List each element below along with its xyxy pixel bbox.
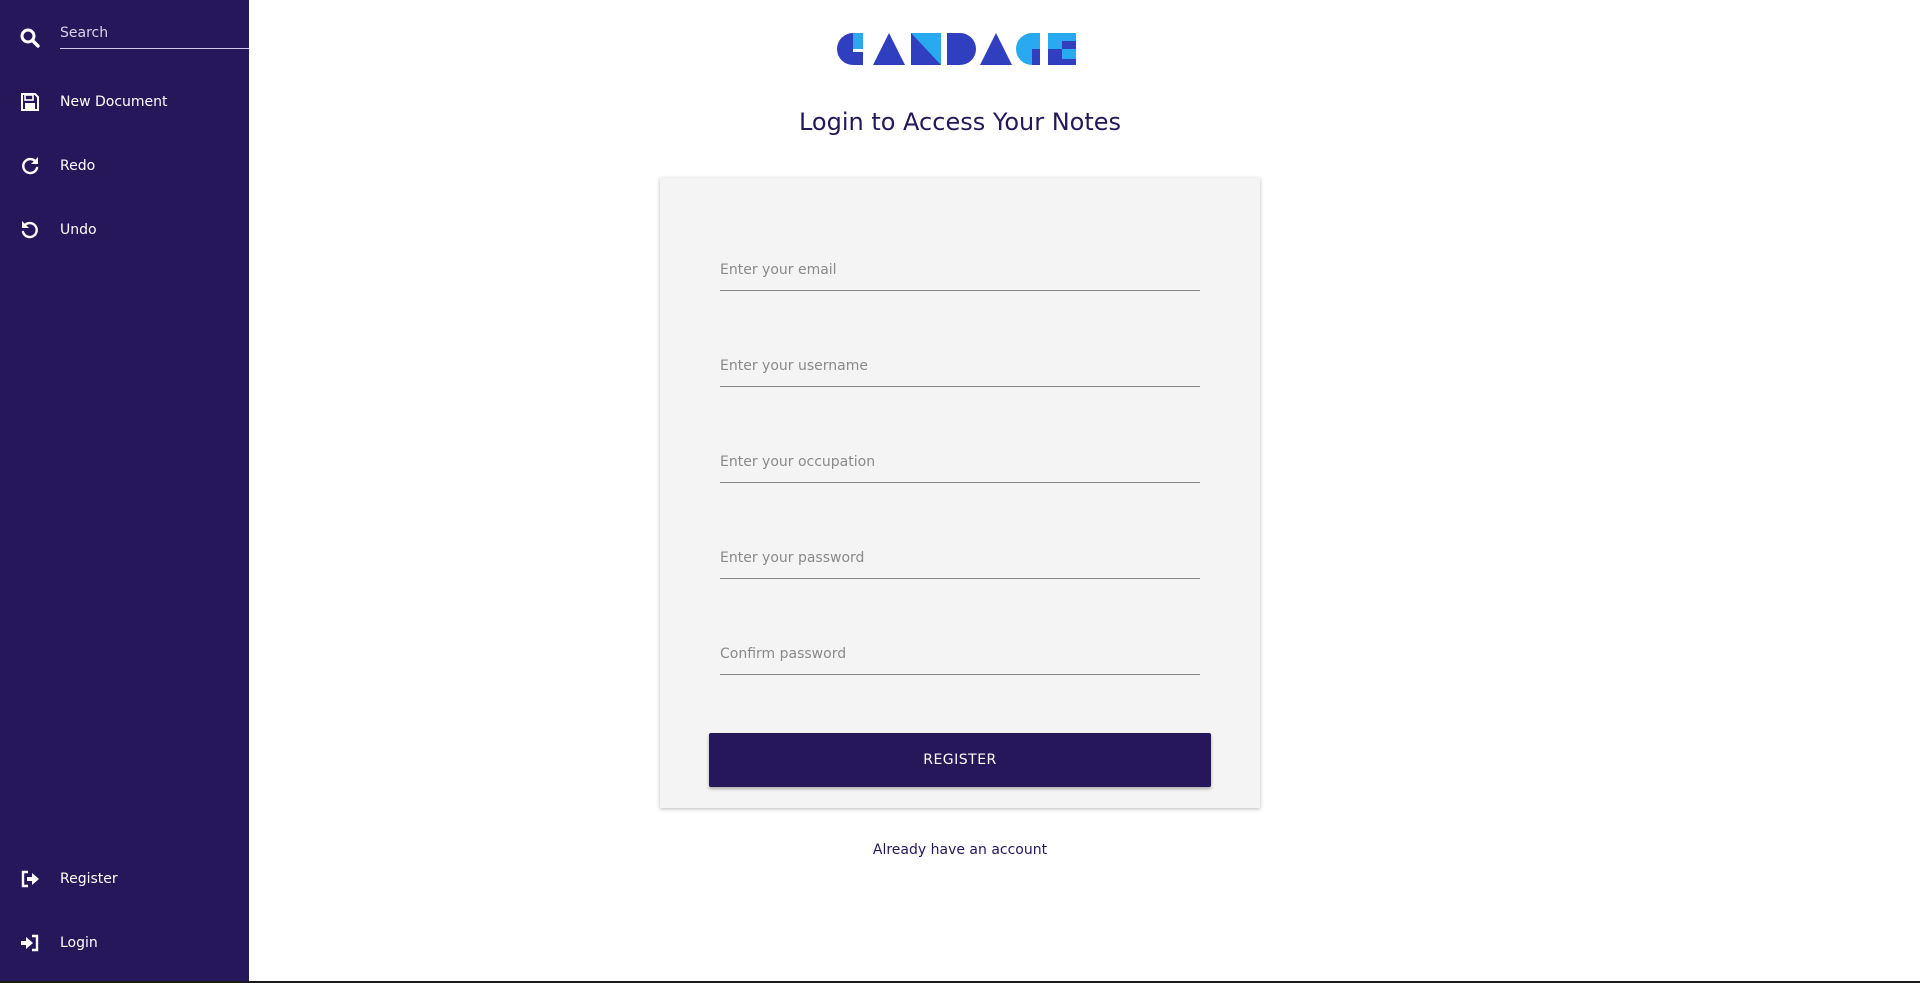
undo-icon — [19, 219, 41, 241]
sidebar-item-label: New Document — [60, 94, 168, 110]
search-icon[interactable] — [19, 27, 41, 49]
already-have-account-link[interactable]: Already have an account — [660, 842, 1260, 858]
password-field[interactable] — [720, 538, 1200, 579]
redo-icon — [19, 155, 41, 177]
sidebar-item-label: Undo — [60, 222, 97, 238]
sidebar-item-new-document[interactable]: New Document — [0, 82, 249, 122]
register-button[interactable]: REGISTER — [709, 733, 1211, 787]
candace-logo — [836, 32, 1082, 66]
sidebar-item-undo[interactable]: Undo — [0, 210, 249, 250]
sidebar-item-label: Login — [60, 935, 98, 951]
search-input[interactable] — [60, 18, 249, 49]
register-form-card: REGISTER — [660, 178, 1260, 808]
sidebar-item-register[interactable]: Register — [0, 859, 249, 899]
sidebar-item-label: Redo — [60, 158, 96, 174]
occupation-field[interactable] — [720, 442, 1200, 483]
page-title: Login to Access Your Notes — [798, 108, 1122, 136]
sidebar-search — [0, 10, 249, 54]
sidebar: New Document Redo Undo — [0, 0, 249, 981]
email-field[interactable] — [720, 250, 1200, 291]
sidebar-item-redo[interactable]: Redo — [0, 146, 249, 186]
app-page: New Document Redo Undo — [0, 0, 1920, 983]
sign-in-icon — [19, 932, 41, 954]
save-icon — [19, 91, 41, 113]
confirm-password-field[interactable] — [720, 634, 1200, 675]
sidebar-item-login[interactable]: Login — [0, 923, 249, 963]
username-field[interactable] — [720, 346, 1200, 387]
sign-out-icon — [19, 868, 41, 890]
sidebar-item-label: Register — [60, 871, 118, 887]
